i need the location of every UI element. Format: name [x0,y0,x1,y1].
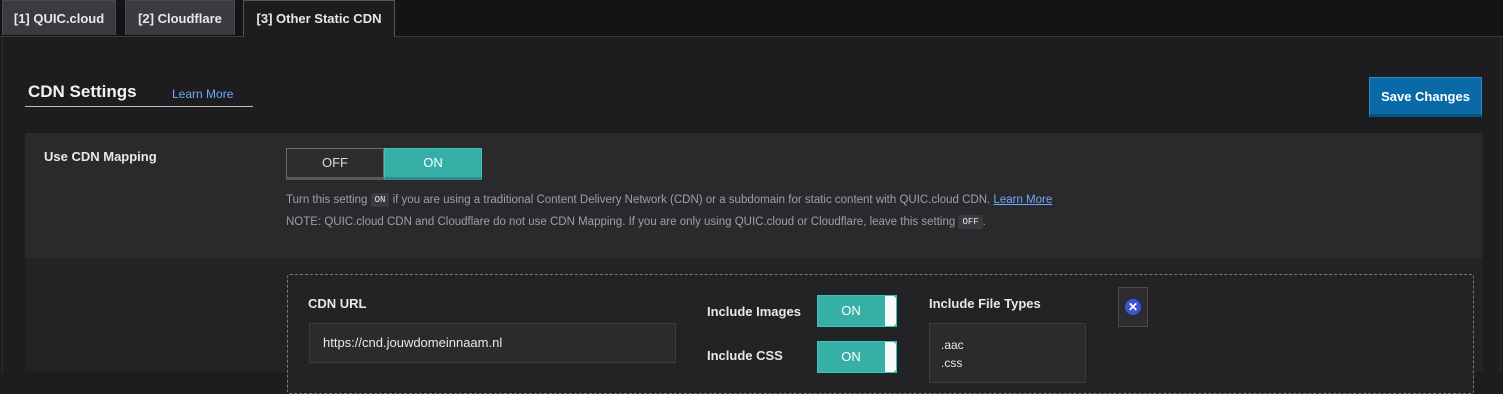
tab-other-static-cdn[interactable]: [3] Other Static CDN [243,0,395,37]
tab-bar: [1] QUIC.cloud [2] Cloudflare [3] Other … [0,0,1503,37]
include-file-types-label: Include File Types [929,296,1041,311]
toggle-on-option[interactable]: ON [384,148,482,180]
include-images-toggle[interactable]: ON [817,295,897,327]
note-text: NOTE: QUIC.cloud CDN and Cloudflare do n… [286,216,956,228]
save-changes-button[interactable]: Save Changes [1369,77,1482,117]
desc-text: if you are using a traditional Content D… [392,194,991,206]
use-cdn-mapping-label: Use CDN Mapping [44,149,157,164]
remove-mapping-button[interactable]: ✕ [1118,287,1148,327]
cdn-mapping-row: CDN URL https://cnd.jouwdomeinnaam.nl In… [25,258,1483,394]
include-css-state: ON [841,349,861,364]
toggle-knob [885,296,896,326]
include-file-types-textarea[interactable]: .aac .css [929,323,1086,383]
off-code-badge: OFF [958,215,983,229]
tab-cloudflare[interactable]: [2] Cloudflare [125,0,235,35]
desc-learn-more-link[interactable]: Learn More [993,194,1052,206]
cdn-mapping-box: CDN URL https://cnd.jouwdomeinnaam.nl In… [287,274,1474,394]
toggle-knob [885,342,896,372]
use-cdn-mapping-description: Turn this setting ON if you are using a … [286,193,1052,207]
file-type-item: .aac [941,338,964,352]
cdn-url-label: CDN URL [308,296,367,311]
on-code-badge: ON [370,193,390,207]
use-cdn-mapping-toggle: OFF ON [286,148,482,180]
tab-quic-cloud[interactable]: [1] QUIC.cloud [2,0,116,35]
include-css-toggle[interactable]: ON [817,341,897,373]
cdn-mapping-note: NOTE: QUIC.cloud CDN and Cloudflare do n… [286,215,986,229]
section-header: CDN Settings Learn More [25,82,253,107]
include-images-state: ON [841,303,861,318]
use-cdn-mapping-row: Use CDN Mapping OFF ON Turn this setting… [25,133,1483,258]
cdn-url-input[interactable]: https://cnd.jouwdomeinnaam.nl [309,323,676,363]
include-css-label: Include CSS [707,348,783,363]
section-title: CDN Settings [28,82,137,101]
close-circle-icon: ✕ [1125,299,1141,315]
file-type-item: .css [941,356,963,370]
section-learn-more-link[interactable]: Learn More [172,87,233,101]
note-end: . [982,216,986,228]
include-images-label: Include Images [707,304,801,319]
tab-content: CDN Settings Learn More Save Changes Use… [2,37,1501,394]
toggle-off-option[interactable]: OFF [286,148,384,180]
desc-text: Turn this setting [286,194,368,206]
